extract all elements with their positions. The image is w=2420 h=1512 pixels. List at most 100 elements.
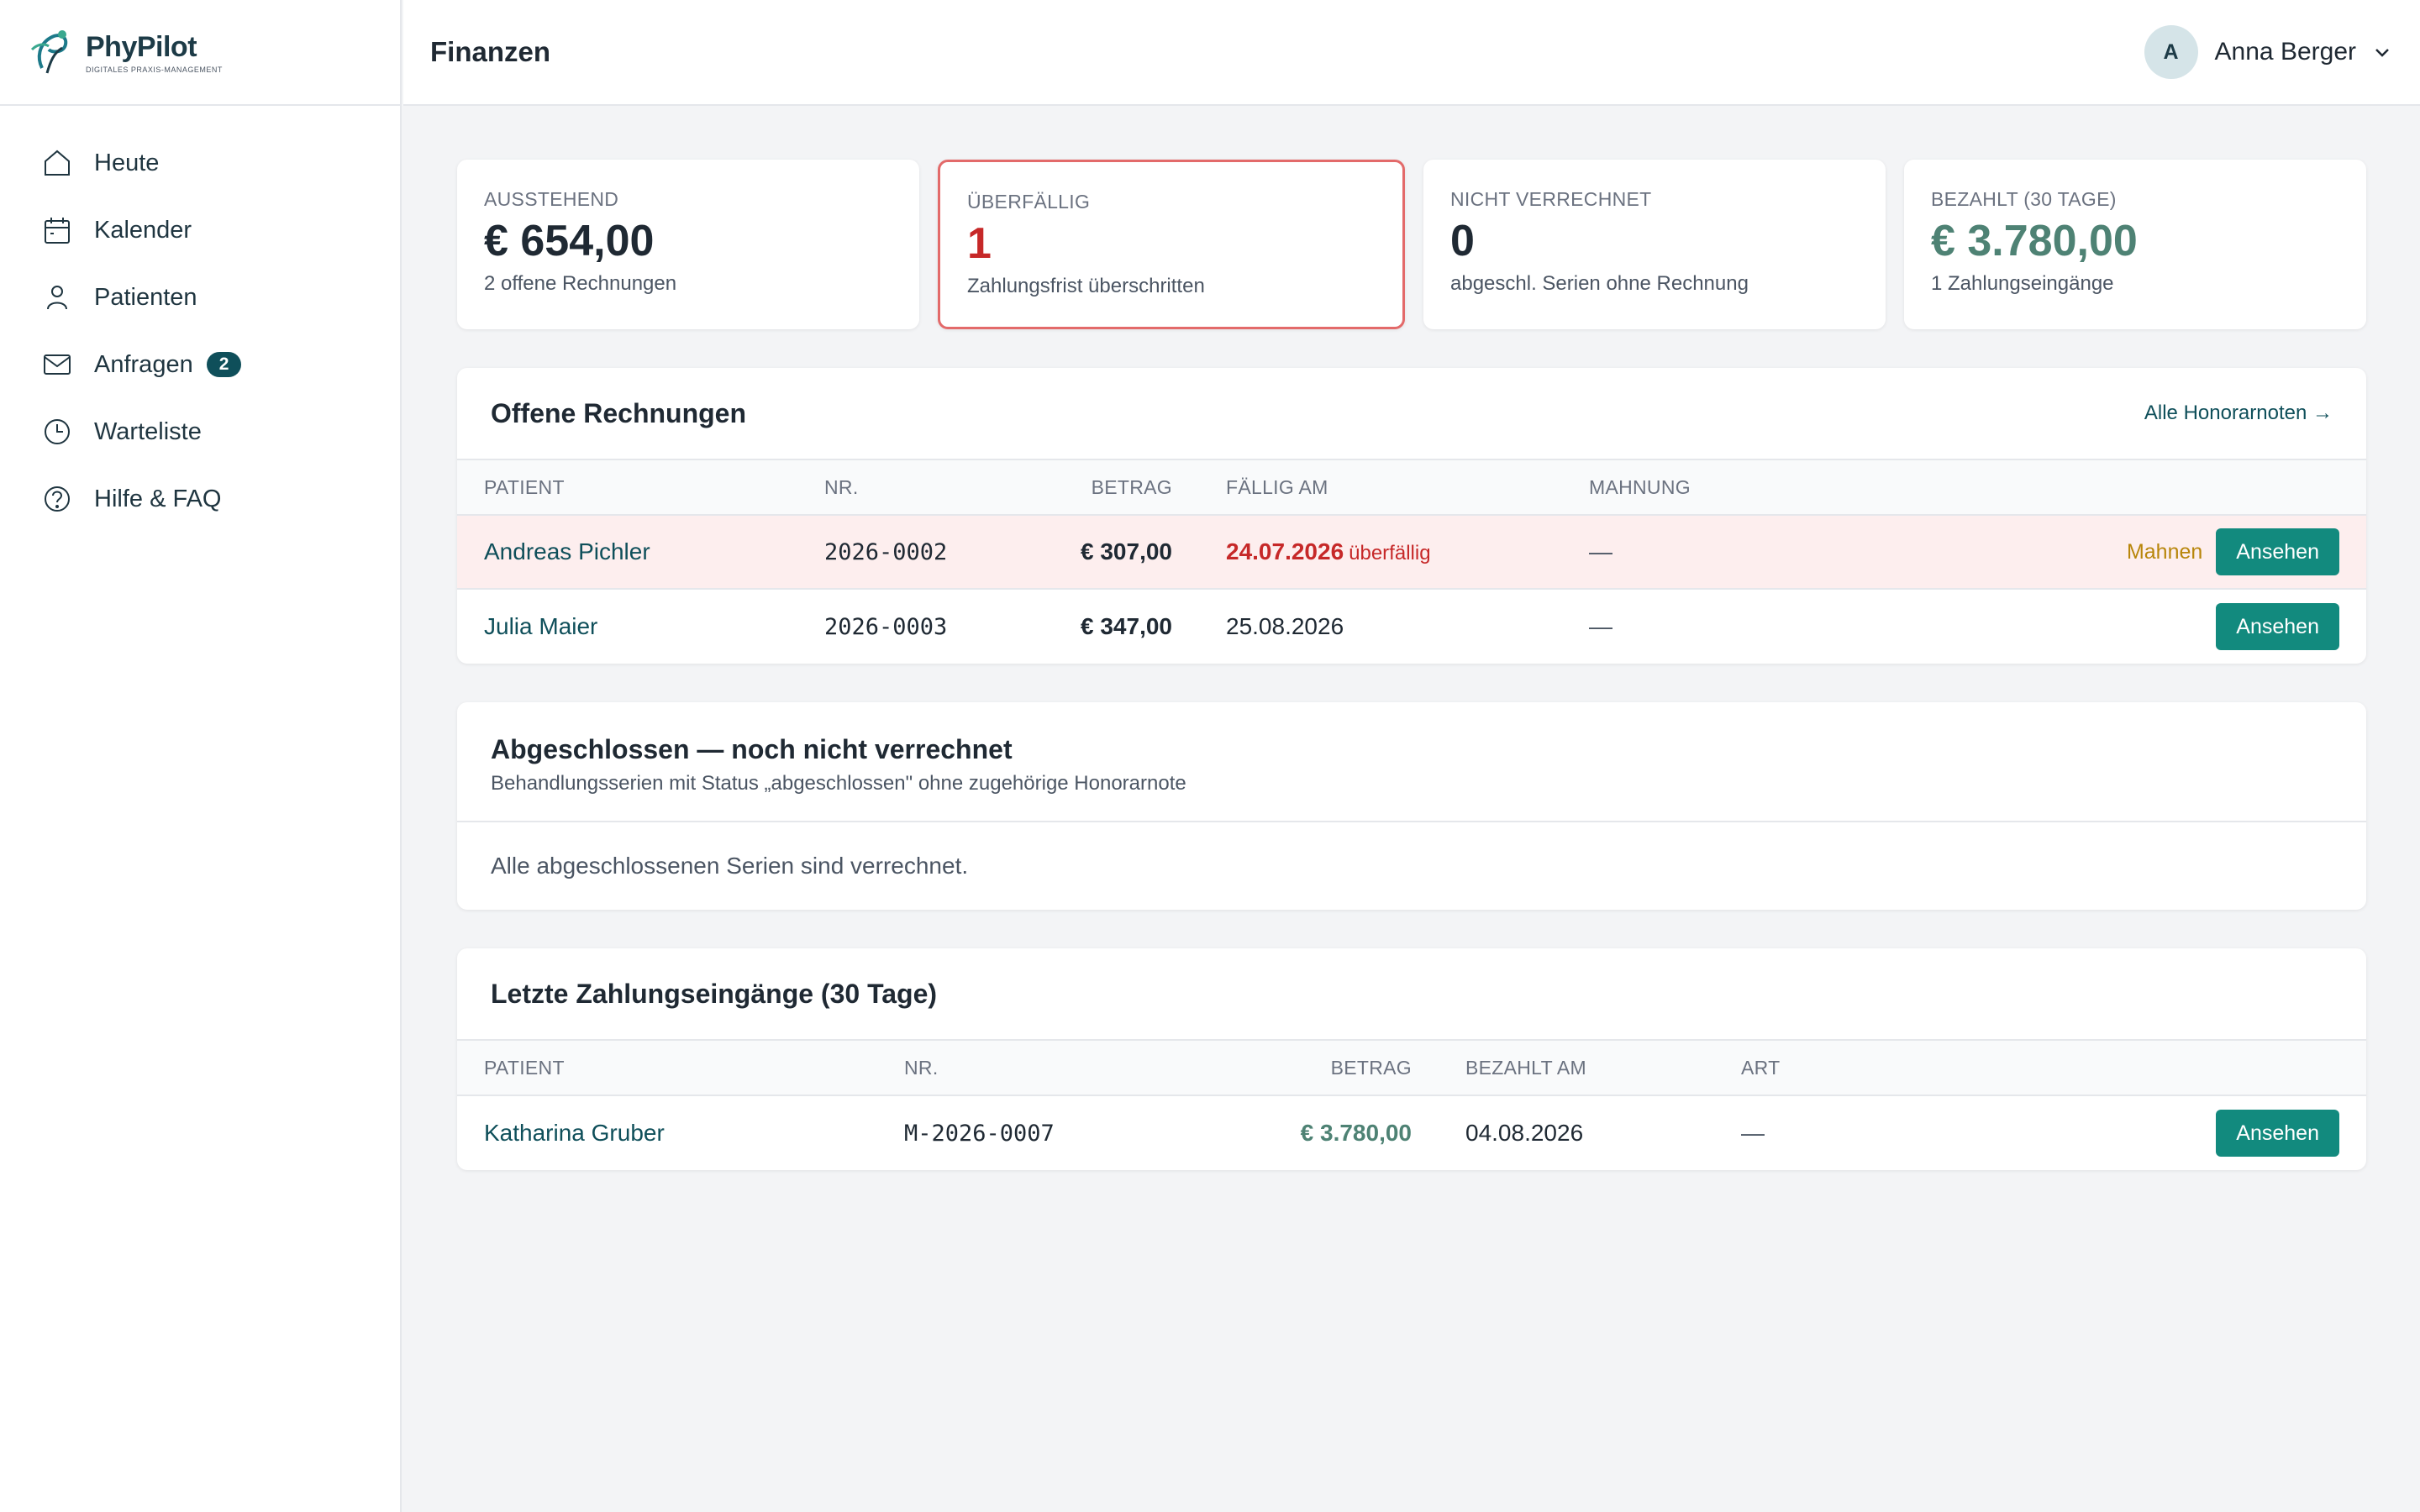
col-art: ART	[1741, 1056, 1781, 1079]
user-menu[interactable]: A Anna Berger	[2144, 25, 2393, 79]
view-button[interactable]: Ansehen	[2216, 528, 2339, 575]
reminder-status: —	[1589, 538, 1612, 564]
table-header: PATIENT NR. BETRAG BEZAHLT AM ART	[457, 1041, 2366, 1096]
remind-button[interactable]: Mahnen	[2127, 540, 2202, 564]
help-icon	[45, 486, 70, 512]
brand-logo[interactable]: PhyPilot DIGITALES PRAXIS-MANAGEMENT	[0, 0, 400, 106]
kpi-subtext: abgeschl. Serien ohne Rechnung	[1450, 272, 1749, 296]
row-actions: Mahnen Ansehen	[1841, 528, 2366, 575]
open-invoices-card: Offene Rechnungen Alle Honorarnoten → PA…	[457, 368, 2366, 664]
kpi-label: ÜBERFÄLLIG	[967, 191, 1091, 213]
topbar: Finanzen A Anna Berger	[403, 0, 2420, 106]
payment-type: —	[1741, 1120, 1765, 1146]
kpi-value: € 654,00	[484, 217, 655, 265]
brand-name: PhyPilot	[86, 30, 197, 63]
brand-tagline: DIGITALES PRAXIS-MANAGEMENT	[86, 65, 223, 74]
unbilled-card: Abgeschlossen — noch nicht verrechnet Be…	[457, 702, 2366, 910]
col-bezahlt: BEZAHLT AM	[1465, 1056, 1587, 1079]
view-button[interactable]: Ansehen	[2216, 1110, 2339, 1157]
kpi-subtext: 2 offene Rechnungen	[484, 272, 677, 296]
overdue-tag: überfällig	[1349, 542, 1431, 564]
card-header: Offene Rechnungen Alle Honorarnoten →	[457, 368, 2366, 460]
kpi-bezahlt: BEZAHLT (30 TAGE) € 3.780,00 1 Zahlungse…	[1904, 160, 2366, 329]
kpi-value: 1	[967, 219, 992, 268]
sidebar: PhyPilot DIGITALES PRAXIS-MANAGEMENT Heu…	[0, 0, 402, 1512]
invoice-number: 2026-0002	[824, 538, 948, 565]
due-cell: 24.07.2026 überfällig	[1172, 538, 1589, 565]
empty-state: Alle abgeschlossenen Serien sind verrech…	[491, 853, 969, 879]
sidebar-item-label: Anfragen	[94, 350, 193, 378]
kpi-value: 0	[1450, 217, 1475, 265]
all-invoices-link[interactable]: Alle Honorarnoten →	[2144, 402, 2333, 425]
col-patient: PATIENT	[484, 475, 565, 498]
invoice-amount: € 347,00	[1081, 613, 1172, 639]
col-nr: NR.	[904, 1056, 939, 1079]
col-betrag: BETRAG	[1330, 1056, 1412, 1079]
sidebar-item-label: Hilfe & FAQ	[94, 485, 222, 512]
phypilot-logo-icon	[30, 30, 68, 74]
kpi-nicht-verrechnet: NICHT VERRECHNET 0 abgeschl. Serien ohne…	[1423, 160, 1886, 329]
sidebar-item-label: Warteliste	[94, 417, 202, 445]
chevron-down-icon	[2375, 49, 2389, 57]
col-nr: NR.	[824, 475, 859, 498]
mail-icon	[44, 354, 71, 375]
kpi-value: € 3.780,00	[1931, 217, 2138, 265]
invoice-amount: € 307,00	[1081, 538, 1172, 564]
kpi-label: NICHT VERRECHNET	[1450, 188, 1652, 210]
due-date: 24.07.2026	[1226, 538, 1344, 564]
table-header: PATIENT NR. BETRAG FÄLLIG AM MAHNUNG	[457, 460, 2366, 516]
page-title: Finanzen	[430, 36, 551, 67]
table-row: Katharina Gruber M-2026-0007 € 3.780,00 …	[457, 1096, 2366, 1170]
calendar-icon	[45, 218, 70, 244]
row-actions: Ansehen	[1909, 1110, 2366, 1157]
sidebar-item-kalender[interactable]: Kalender	[0, 197, 400, 264]
sidebar-item-warteliste[interactable]: Warteliste	[0, 398, 400, 465]
kpi-label: BEZAHLT (30 TAGE)	[1931, 188, 2117, 210]
kpi-label: AUSSTEHEND	[484, 188, 619, 210]
card-title: Offene Rechnungen	[491, 397, 747, 428]
reminder-status: —	[1589, 613, 1612, 639]
card-description: Behandlungsserien mit Status „abgeschlos…	[491, 772, 1186, 795]
card-header: Letzte Zahlungseingänge (30 Tage)	[457, 948, 2366, 1041]
card-header: Abgeschlossen — noch nicht verrechnet Be…	[457, 702, 2366, 822]
main-content: AUSSTEHEND € 654,00 2 offene Rechnungen …	[457, 160, 2366, 1170]
clock-icon	[45, 419, 70, 444]
kpi-ausstehend: AUSSTEHEND € 654,00 2 offene Rechnungen	[457, 160, 919, 329]
view-button[interactable]: Ansehen	[2216, 603, 2339, 650]
kpi-subtext: 1 Zahlungseingänge	[1931, 272, 2114, 296]
col-mahnung: MAHNUNG	[1589, 475, 1691, 498]
patient-link[interactable]: Julia Maier	[457, 613, 797, 640]
payments-card: Letzte Zahlungseingänge (30 Tage) PATIEN…	[457, 948, 2366, 1170]
person-icon	[47, 286, 67, 310]
anfragen-count-badge: 2	[206, 352, 242, 377]
paid-date: 04.08.2026	[1465, 1120, 1584, 1146]
sidebar-item-label: Kalender	[94, 216, 192, 244]
payment-amount: € 3.780,00	[1300, 1120, 1412, 1146]
sidebar-item-patienten[interactable]: Patienten	[0, 264, 400, 331]
card-title: Abgeschlossen — noch nicht verrechnet	[491, 734, 1013, 764]
card-title: Letzte Zahlungseingänge (30 Tage)	[491, 978, 938, 1009]
col-patient: PATIENT	[484, 1056, 565, 1079]
sidebar-item-hilfe[interactable]: Hilfe & FAQ	[0, 465, 400, 533]
col-betrag: BETRAG	[1091, 475, 1172, 498]
kpi-subtext: Zahlungsfrist überschritten	[967, 275, 1205, 298]
kpi-row: AUSSTEHEND € 654,00 2 offene Rechnungen …	[457, 160, 2366, 329]
sidebar-nav: Heute Kalender Patienten Anfragen 2 Wart…	[0, 106, 400, 533]
invoice-number: 2026-0003	[824, 613, 948, 640]
home-icon	[45, 150, 70, 176]
row-actions: Ansehen	[1841, 603, 2366, 650]
sidebar-item-anfragen[interactable]: Anfragen 2	[0, 331, 400, 398]
sidebar-item-label: Heute	[94, 149, 160, 176]
table-row: Andreas Pichler 2026-0002 € 307,00 24.07…	[457, 516, 2366, 590]
col-faellig: FÄLLIG AM	[1226, 475, 1328, 498]
user-name: Anna Berger	[2214, 38, 2356, 66]
sidebar-item-label: Patienten	[94, 283, 197, 311]
due-date: 25.08.2026	[1226, 613, 1344, 639]
sidebar-item-heute[interactable]: Heute	[0, 129, 400, 197]
avatar: A	[2144, 25, 2198, 79]
table-row: Julia Maier 2026-0003 € 347,00 25.08.202…	[457, 590, 2366, 664]
kpi-ueberfaellig: ÜBERFÄLLIG 1 Zahlungsfrist überschritten	[938, 160, 1405, 329]
patient-link[interactable]: Andreas Pichler	[457, 538, 797, 565]
invoice-number: M-2026-0007	[904, 1120, 1055, 1147]
patient-link[interactable]: Katharina Gruber	[457, 1120, 877, 1147]
